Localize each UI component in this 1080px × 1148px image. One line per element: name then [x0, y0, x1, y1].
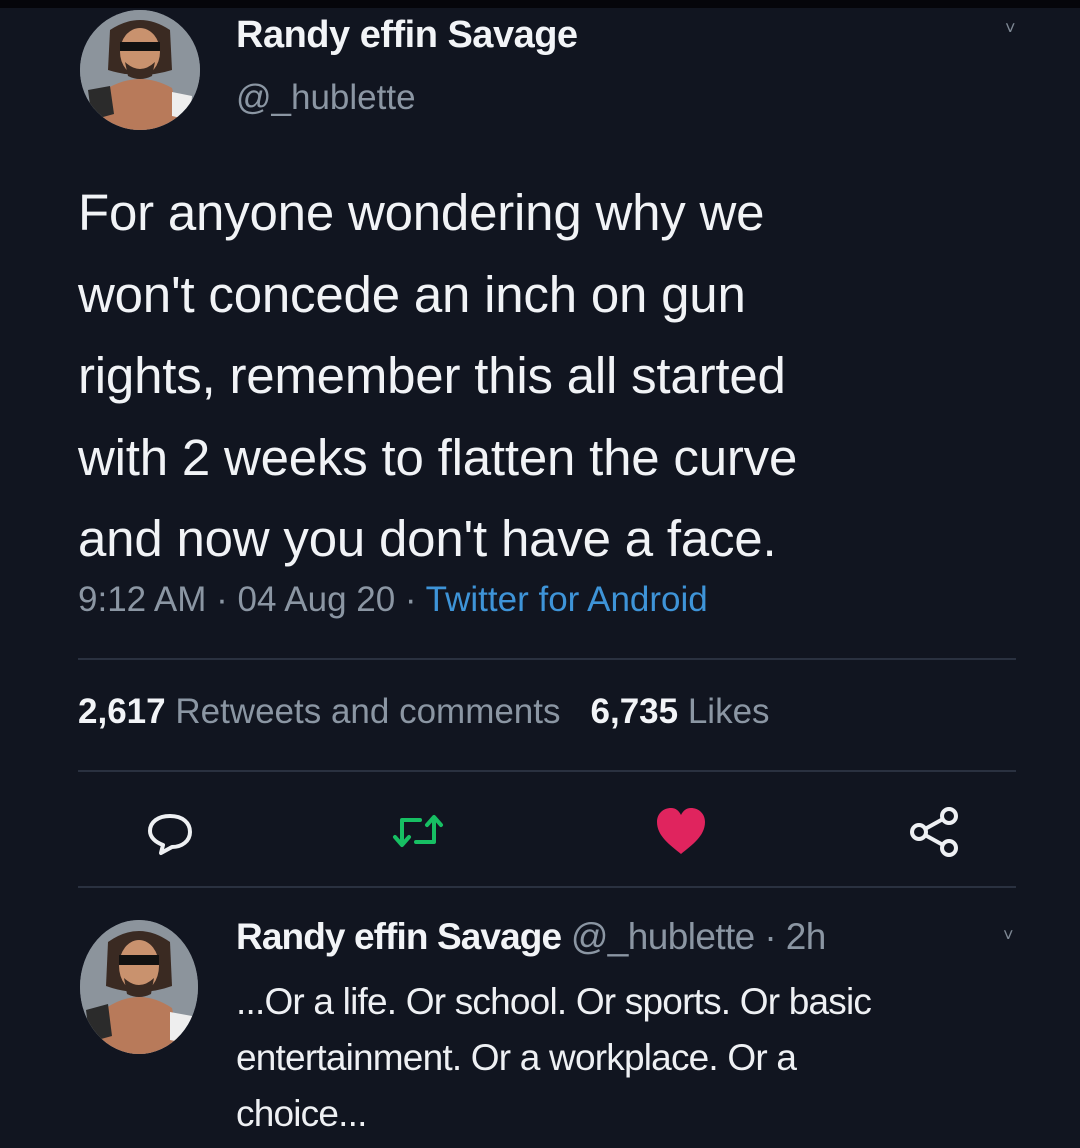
meta-separator: ·: [754, 916, 786, 957]
likes-label: Likes: [687, 692, 770, 731]
reply-button[interactable]: [145, 808, 195, 858]
share-icon: [910, 807, 958, 857]
retweets-label: Retweets and comments: [175, 692, 561, 731]
tweet-time: 9:12 AM: [78, 580, 207, 619]
tweet-date: 04 Aug 20: [237, 580, 396, 619]
top-border: [0, 0, 1080, 8]
retweet-button[interactable]: [388, 806, 448, 856]
likes-count: 6,735: [590, 692, 679, 731]
meta-separator: ·: [395, 580, 426, 619]
tweet-screen: Randy effin Savage @_hublette ˅ For anyo…: [0, 0, 1080, 1148]
chevron-down-icon[interactable]: ˅: [1005, 18, 1016, 39]
author-avatar[interactable]: [80, 10, 200, 130]
heart-icon: [657, 808, 705, 854]
like-button[interactable]: [652, 804, 710, 858]
reply-author-handle[interactable]: @_hublette: [571, 916, 755, 957]
tweet-text: For anyone wondering why we won't conced…: [78, 184, 798, 567]
divider: [78, 770, 1016, 772]
retweets-stat[interactable]: 2,617 Retweets and comments: [78, 692, 561, 731]
tweet-meta: 9:12 AM · 04 Aug 20 · Twitter for Androi…: [78, 580, 708, 620]
reply-header: Randy effin Savage @_hublette · 2h: [236, 916, 826, 958]
share-button[interactable]: [906, 804, 962, 860]
likes-stat[interactable]: 6,735 Likes: [591, 692, 770, 731]
tweet-stats: 2,617 Retweets and comments 6,735 Likes: [78, 692, 770, 732]
reply-bubble-icon: [148, 814, 192, 855]
chevron-down-icon[interactable]: ˅: [1003, 925, 1014, 946]
reply-author-name[interactable]: Randy effin Savage: [236, 916, 562, 957]
meta-separator: ·: [206, 580, 238, 619]
reply-author-avatar[interactable]: [80, 920, 198, 1054]
author-name[interactable]: Randy effin Savage: [236, 14, 578, 57]
tweet-source-link[interactable]: Twitter for Android: [426, 580, 708, 619]
reply-age: 2h: [785, 916, 827, 957]
author-handle[interactable]: @_hublette: [236, 78, 416, 118]
retweets-count: 2,617: [78, 692, 166, 731]
divider: [78, 658, 1016, 660]
divider: [78, 886, 1016, 888]
retweet-icon: [393, 815, 443, 847]
reply-text: ...Or a life. Or school. Or sports. Or b…: [236, 981, 872, 1134]
